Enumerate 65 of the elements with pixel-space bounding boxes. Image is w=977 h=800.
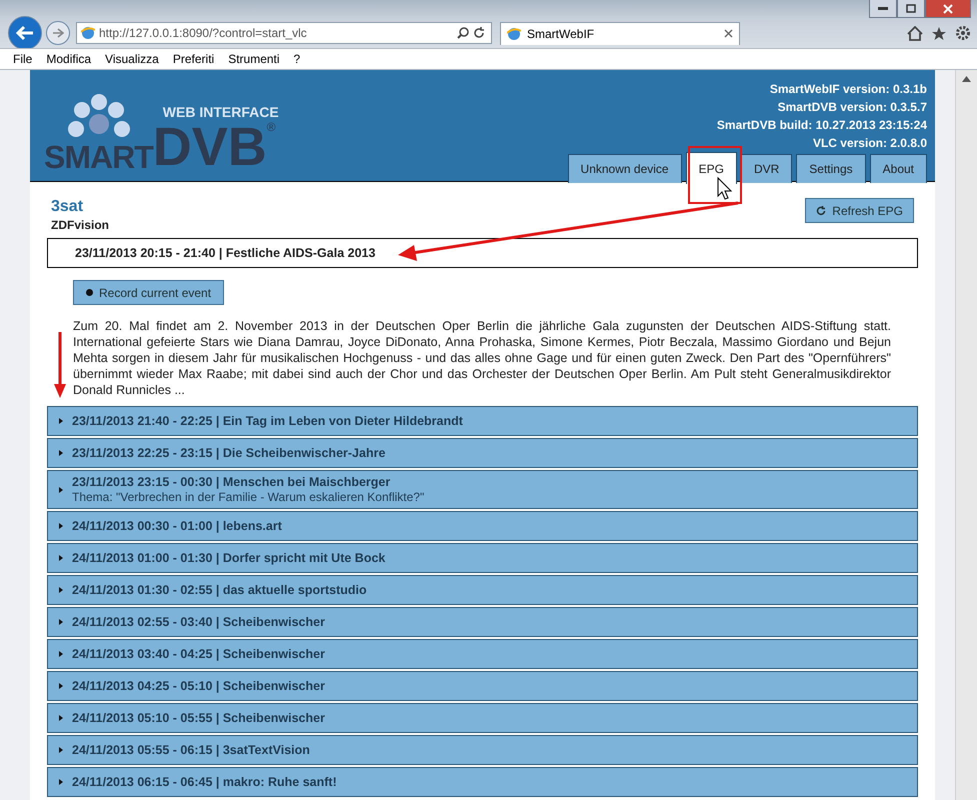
browser-tab[interactable]: SmartWebIF bbox=[500, 22, 740, 44]
nav-tab[interactable]: About bbox=[870, 154, 927, 183]
nav-tab[interactable]: DVR bbox=[740, 154, 792, 183]
back-button[interactable] bbox=[8, 16, 42, 50]
event-row[interactable]: 24/11/2013 05:10 - 05:55 | Scheibenwischer bbox=[47, 703, 918, 733]
mouse-cursor-icon bbox=[718, 176, 732, 200]
refresh-icon bbox=[473, 27, 485, 39]
globe-e-icon bbox=[507, 26, 521, 40]
back-arrow-icon bbox=[16, 25, 34, 41]
scrollbar[interactable] bbox=[955, 70, 977, 800]
version-text: SmartDVB version: 0.3.5.7 bbox=[778, 99, 927, 116]
nav-tab[interactable]: EPG bbox=[686, 152, 737, 184]
menu-item[interactable]: Preferiti bbox=[166, 52, 222, 66]
event-row[interactable]: 24/11/2013 01:00 - 01:30 | Dorfer spricht mit Ute Bock bbox=[47, 543, 918, 573]
settings-icon[interactable] bbox=[955, 25, 971, 41]
menu-item[interactable]: Visualizza bbox=[98, 52, 166, 66]
minimize-button[interactable] bbox=[869, 0, 897, 18]
refresh-epg-button[interactable]: Refresh EPG bbox=[805, 198, 914, 223]
registered-mark: ® bbox=[266, 120, 276, 134]
home-icon[interactable] bbox=[907, 26, 923, 40]
channel-name: 3sat bbox=[51, 198, 84, 216]
nav-tab[interactable]: Settings bbox=[796, 154, 866, 183]
close-icon bbox=[943, 4, 953, 14]
event-row[interactable]: 24/11/2013 02:55 - 03:40 | Scheibenwischer bbox=[47, 607, 918, 637]
version-text: SmartDVB build: 10.27.2013 23:15:24 bbox=[716, 117, 927, 134]
record-dot-icon bbox=[86, 289, 93, 296]
menu-item[interactable]: File bbox=[6, 52, 40, 66]
current-event-title: 23/11/2013 20:15 - 21:40 | Festliche AIDS-Gala 2013 bbox=[75, 246, 376, 260]
annotation-arrow bbox=[54, 332, 66, 398]
close-button[interactable] bbox=[925, 0, 971, 18]
highlight-frame bbox=[688, 146, 742, 204]
event-row[interactable]: 24/11/2013 03:40 - 04:25 | Scheibenwischer bbox=[47, 639, 918, 669]
version-text: VLC version: 2.0.8.0 bbox=[812, 135, 927, 152]
event-row[interactable]: 24/11/2013 00:30 - 01:00 | lebens.art bbox=[47, 511, 918, 541]
event-row[interactable]: 23/11/2013 23:15 - 00:30 | Menschen bei Maischberger Thema: "Verbrechen in der Familie - Warum eskalieren Konflikte?" bbox=[47, 470, 918, 509]
logo-tagline: WEB INTERFACE bbox=[162, 104, 279, 120]
version-text: SmartWebIF version: 0.3.1b bbox=[770, 81, 927, 98]
search-icon bbox=[457, 27, 469, 39]
address-field[interactable]: http://127.0.0.1:8090/?control=start_vlc bbox=[76, 22, 492, 44]
minimize-icon bbox=[878, 6, 888, 10]
provider-name: ZDFvision bbox=[51, 218, 110, 232]
close-icon[interactable] bbox=[724, 29, 733, 38]
nav-tab[interactable]: Unknown device bbox=[568, 154, 682, 183]
logo-brand: DVB bbox=[152, 120, 267, 174]
url-text: http://127.0.0.1:8090/?control=start_vlc bbox=[99, 26, 308, 40]
logo-word: SMART bbox=[44, 139, 153, 176]
menu-item[interactable]: Modifica bbox=[39, 52, 98, 66]
event-row[interactable]: 23/11/2013 21:40 - 22:25 | Ein Tag im Leben von Dieter Hildebrandt bbox=[47, 406, 918, 436]
globe-e-icon bbox=[81, 26, 95, 40]
menu-item[interactable]: Strumenti bbox=[221, 52, 287, 66]
record-button[interactable]: Record current event bbox=[73, 280, 224, 305]
menu-item[interactable]: ? bbox=[286, 52, 308, 66]
event-description: Zum 20. Mal findet am 2. November 2013 in der Deutschen Oper Berlin die jährliche Gala zugunsten der Deutschen AIDS-Stiftung statt. International gefeierte Stars wie Diana Damrau, Joyce DiDonato, Anna Prohaska, Simone Kermes, Piotr Beczala, Massimo Giordano und Bejun Mehta sorgen in diesem Jahr für musikalischen Hochgenuss - und das alles ohne Gage und für einen guten Zweck. Den Part des "Opernführers" übernimmt wieder Max Raabe; mit dabei sind auch der Chor und das Orchester der Deutschen Oper Berlin. Am Pult steht Generalmusikdirektor Donald Runnicles ... bbox=[73, 318, 891, 398]
forward-arrow-icon bbox=[52, 28, 64, 38]
maximize-button[interactable] bbox=[897, 0, 925, 18]
event-row[interactable]: 23/11/2013 22:25 - 23:15 | Die Scheibenwischer-Jahre bbox=[47, 438, 918, 468]
maximize-icon bbox=[906, 4, 916, 13]
forward-button[interactable] bbox=[46, 21, 70, 45]
star-icon[interactable] bbox=[931, 26, 947, 40]
refresh-icon bbox=[816, 206, 826, 216]
event-row[interactable]: 24/11/2013 05:55 - 06:15 | 3satTextVision bbox=[47, 735, 918, 765]
event-row[interactable]: 24/11/2013 04:25 - 05:10 | Scheibenwischer bbox=[47, 671, 918, 701]
scroll-up-icon[interactable] bbox=[962, 76, 971, 82]
event-row[interactable]: 24/11/2013 06:15 - 06:45 | makro: Ruhe sanft! bbox=[47, 767, 918, 797]
event-row[interactable]: 24/11/2013 01:30 - 02:55 | das aktuelle sportstudio bbox=[47, 575, 918, 605]
